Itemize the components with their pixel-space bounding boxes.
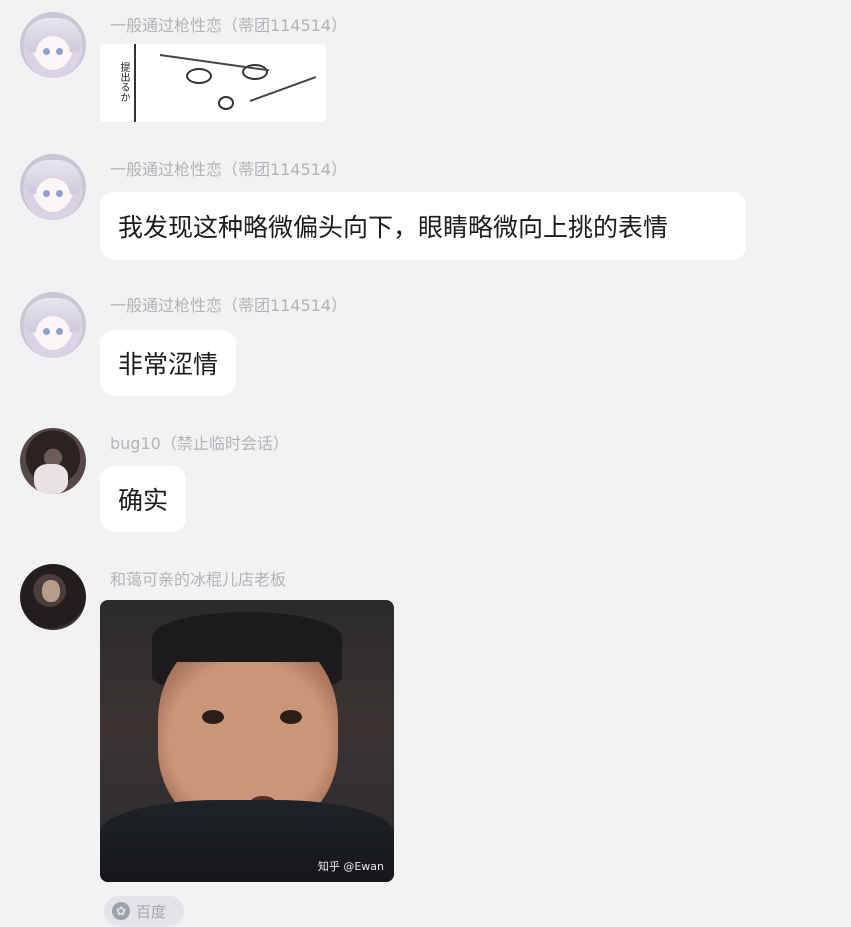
avatar-eye: [56, 328, 63, 335]
avatar[interactable]: [20, 292, 86, 358]
avatar[interactable]: [20, 564, 86, 630]
avatar-figure: [42, 580, 60, 602]
flower-icon: ✿: [112, 902, 130, 920]
manga-speech-text: 提出るか: [118, 62, 129, 102]
avatar-eye: [43, 328, 50, 335]
sender-name: 一般通过枪性恋（蒂团114514）: [110, 16, 348, 35]
message-bubble[interactable]: 确实: [100, 466, 187, 532]
photo-image[interactable]: 知乎 @Ewan: [100, 600, 394, 882]
sender-name: bug10（禁止临时会话）: [110, 434, 289, 453]
image-watermark: 知乎 @Ewan: [317, 860, 384, 873]
manga-eye: [186, 68, 212, 84]
manga-mouth: [218, 96, 234, 110]
avatar-eye: [43, 190, 50, 197]
avatar-face: [36, 316, 70, 350]
avatar-eye: [56, 190, 63, 197]
sender-name: 一般通过枪性恋（蒂团114514）: [110, 296, 348, 315]
avatar-face: [36, 36, 70, 70]
avatar-eye: [56, 48, 63, 55]
manga-line: [249, 76, 317, 102]
message-bubble[interactable]: 我发现这种略微偏头向下，眼睛略微向上挑的表情: [100, 192, 746, 260]
photo-eye: [202, 710, 224, 724]
avatar-eye: [43, 48, 50, 55]
avatar[interactable]: [20, 154, 86, 220]
photo-eye: [280, 710, 302, 724]
sender-name: 一般通过枪性恋（蒂团114514）: [110, 160, 348, 179]
message-text: 非常涩情: [118, 350, 219, 379]
message-text: 我发现这种略微偏头向下，眼睛略微向上挑的表情: [118, 213, 669, 242]
reaction-chip[interactable]: ✿ 百度: [104, 896, 184, 926]
sender-name: 和蔼可亲的冰棍儿店老板: [110, 570, 287, 589]
avatar-face: [36, 178, 70, 212]
avatar[interactable]: [20, 428, 86, 494]
photo-hair-top: [152, 612, 342, 662]
avatar[interactable]: [20, 12, 86, 78]
manga-image[interactable]: 提出るか: [100, 44, 326, 122]
chat-window: 一般通过枪性恋（蒂团114514） 提出るか 一般通过枪性恋（蒂团114514）…: [0, 0, 851, 927]
reaction-label: 百度: [136, 902, 167, 921]
manga-panel-divider: [134, 44, 136, 122]
manga-line: [159, 54, 270, 72]
message-bubble[interactable]: 非常涩情: [100, 330, 237, 396]
avatar-figure: [34, 464, 68, 494]
message-text: 确实: [118, 486, 169, 515]
